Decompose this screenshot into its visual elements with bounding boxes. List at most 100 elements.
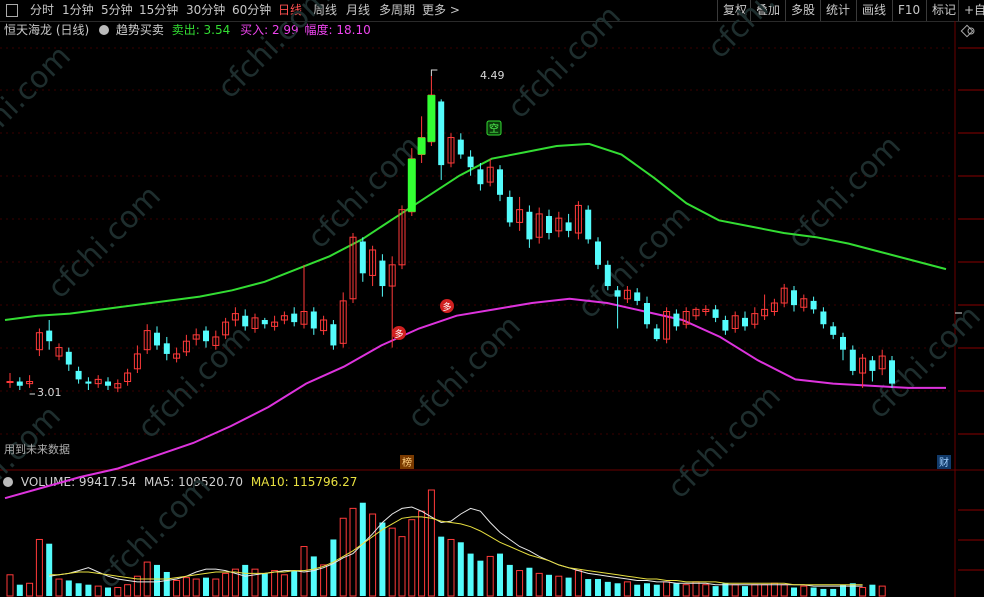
volume-bar-down	[673, 583, 680, 596]
candle-body-down	[105, 381, 111, 386]
volume-bar-up	[535, 572, 543, 597]
candle-body-down	[203, 330, 209, 342]
candle-body-down	[85, 381, 92, 384]
volume-bar-down	[154, 564, 160, 596]
volume-bar-down	[526, 567, 533, 596]
volume-bar-down	[163, 571, 170, 596]
candle-body-down	[604, 264, 611, 287]
candle-body-down	[830, 326, 837, 335]
bang-tag-text: 榜	[402, 456, 412, 469]
watermark-text: cfchi.com	[41, 179, 168, 306]
volume-bar-up	[320, 564, 328, 597]
volume-bar-up	[574, 570, 582, 597]
volume-bar-down	[105, 587, 111, 596]
volume-bar-down	[85, 584, 92, 596]
watermark-text: cfchi.com	[781, 129, 908, 256]
volume-bar-down	[565, 577, 572, 596]
volume-bar-down	[634, 584, 641, 596]
volume-bar-down	[457, 542, 464, 596]
volume-bar-up	[555, 575, 563, 597]
volume-bar-up	[222, 572, 230, 597]
future-data-note: 用到未来数据	[4, 442, 70, 456]
candle-body-up	[6, 381, 14, 384]
volume-bar-up	[271, 570, 279, 597]
volume-bar-up	[35, 538, 43, 597]
volume-bar-up	[418, 510, 426, 597]
watermark-text: cfchi.com	[0, 399, 68, 526]
candle-body-down	[163, 343, 170, 354]
candle-body-down	[330, 324, 337, 346]
candle-body-down	[379, 260, 386, 287]
volume-bar-up	[124, 584, 132, 597]
volume-bar-down	[644, 583, 650, 596]
volume-bar-up	[702, 584, 710, 597]
volume-bar-up	[623, 581, 631, 597]
volume-bar-up	[751, 584, 759, 597]
candle-body-down	[712, 309, 719, 318]
volume-bar-up	[516, 570, 524, 597]
candle-body-down	[467, 156, 474, 168]
volume-bar-up	[682, 584, 690, 597]
volume-bar-up	[6, 574, 14, 597]
watermark-text: cfchi.com	[0, 39, 78, 166]
kline-chart[interactable]: cfchi.com cfchi.com cfchi.com cfchi.com cfch…	[0, 0, 984, 597]
lower-band-line	[4, 297, 946, 500]
signal-candle	[407, 158, 416, 212]
duo-marker-1-text: 多	[394, 328, 403, 340]
volume-bar-up	[192, 578, 200, 597]
watermark-text: cfchi.com	[701, 0, 828, 66]
volume-bar-up	[280, 574, 288, 597]
diamond-icon[interactable]	[960, 24, 974, 38]
volume-bar-up	[212, 578, 220, 597]
candle-body-down	[849, 349, 856, 371]
candle-body-down	[506, 196, 513, 223]
candle-body-down	[673, 313, 680, 327]
volume-bar-down	[810, 587, 817, 596]
candle-body-down	[565, 222, 572, 231]
volume-bar-up	[55, 578, 63, 597]
candles	[6, 69, 895, 395]
candle-body-down	[889, 360, 895, 384]
volume-bar-down	[46, 543, 53, 596]
volume-bar-up	[369, 513, 377, 597]
candle-body-down	[457, 139, 464, 155]
kong-marker-text: 空	[489, 122, 499, 135]
volume-bar-down	[310, 556, 317, 596]
candle-body-down	[614, 290, 621, 297]
candle-body-down	[722, 319, 729, 331]
candle-body-down	[791, 290, 797, 306]
candle-body-down	[75, 370, 82, 380]
volume-bar-down	[820, 588, 827, 596]
volume-bar-up	[731, 584, 739, 597]
candle-body-down	[242, 315, 249, 327]
volume-bar-down	[546, 574, 552, 596]
candle-body-down	[869, 360, 876, 371]
volume-bar-up	[859, 587, 867, 597]
candle-body-down	[438, 101, 445, 166]
candle-body-down	[634, 292, 641, 301]
low-price-label: 3.01	[37, 386, 62, 399]
volume-bar-down	[75, 583, 82, 596]
candle-body-down	[16, 381, 23, 386]
candle-body-down	[359, 241, 366, 274]
candle-body-down	[595, 241, 601, 265]
volume-bar-down	[477, 560, 484, 596]
volume-bar-up	[486, 555, 494, 597]
duo-marker-2-text: 多	[442, 301, 451, 313]
volume-bar-up	[447, 538, 455, 597]
volume-bar-down	[65, 580, 72, 596]
volume-bar-down	[830, 588, 837, 596]
candle-body-down	[546, 216, 552, 233]
volume-bar-down	[467, 553, 474, 596]
volume-bar-up	[761, 584, 769, 597]
signal-candle	[417, 137, 426, 155]
volume-bar-up	[692, 581, 700, 597]
candle-body-down	[840, 336, 846, 350]
volume-bar-down	[359, 502, 366, 596]
volume-bar-down	[16, 584, 23, 596]
candle-body-down	[585, 209, 592, 240]
candle-body-down	[477, 169, 484, 185]
candle-body-down	[154, 332, 160, 346]
candle-body-down	[46, 330, 53, 342]
volume-bar-down	[604, 581, 611, 596]
